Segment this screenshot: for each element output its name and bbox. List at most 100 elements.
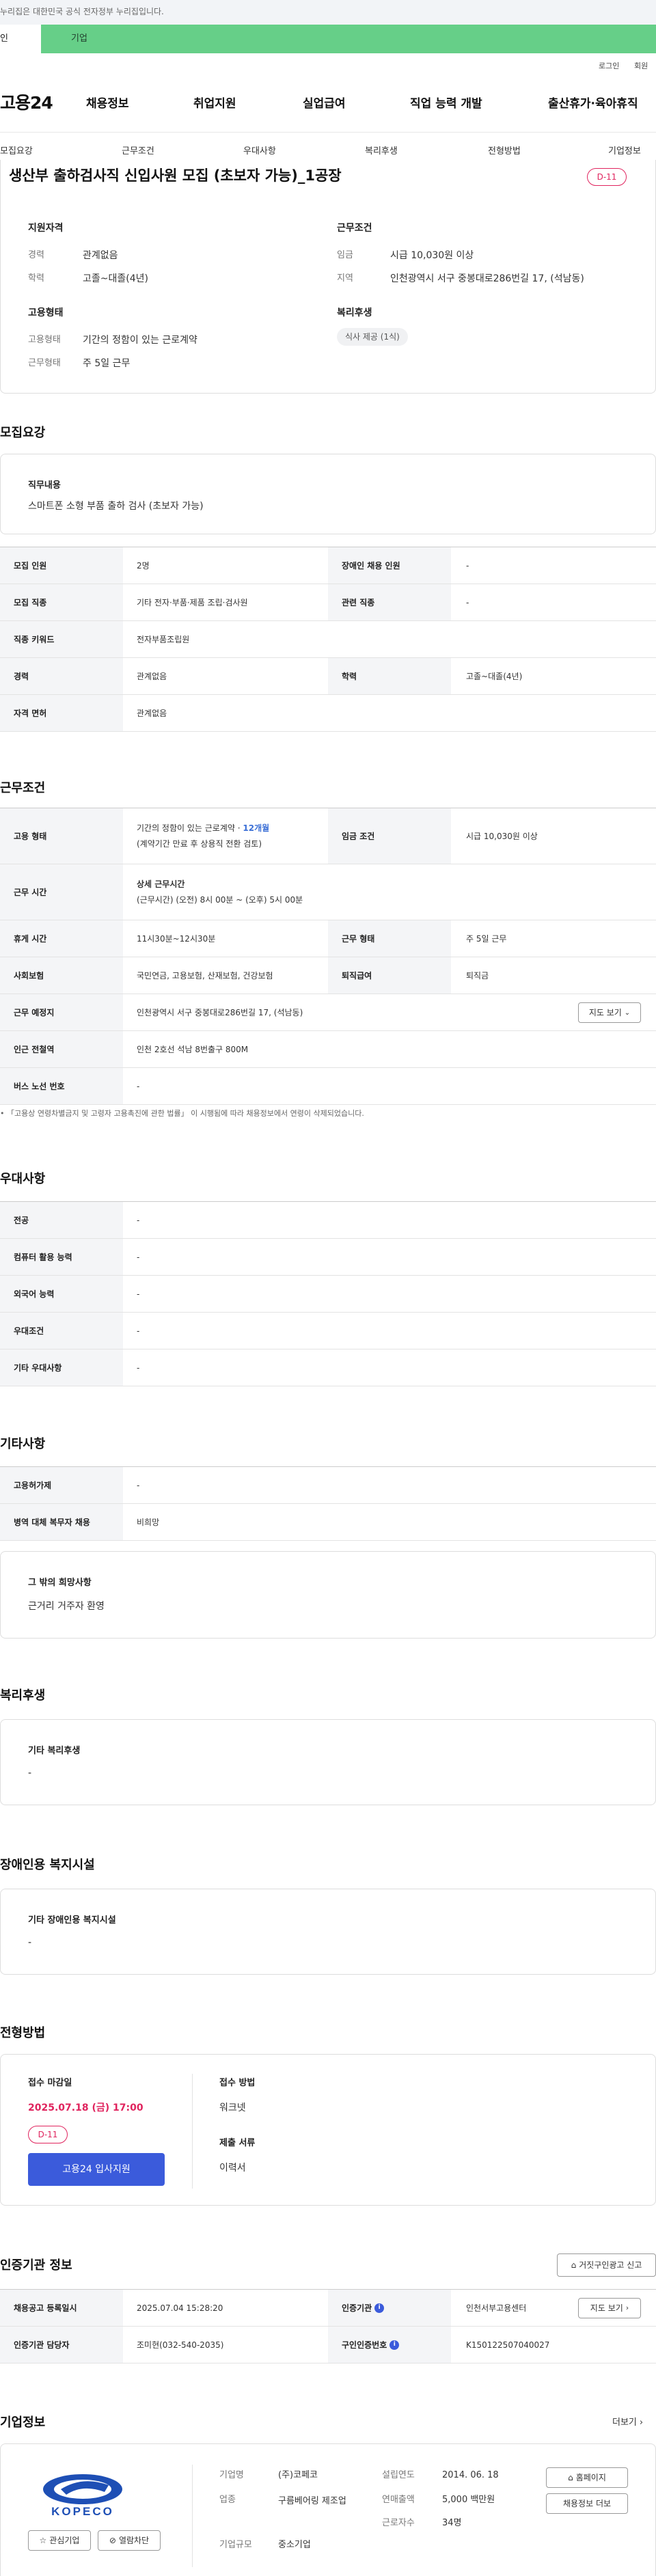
method-value: 워크넷 <box>219 2102 246 2113</box>
emptype-label: 고용형태 <box>28 335 61 345</box>
place-map-label: 지도 보기 <box>588 1008 622 1017</box>
block-company-button[interactable]: ⊘ 열람차단 <box>98 2530 161 2551</box>
ins-value: 국민연금, 고용보험, 산재보험, 건강보험 <box>137 970 273 981</box>
count-value: 2명 <box>137 560 150 571</box>
join-link[interactable]: 회원 <box>634 61 648 72</box>
work-title: 근무조건 <box>337 223 372 234</box>
gnb-unemployment[interactable]: 실업급여 <box>303 96 346 113</box>
etc-label: 고용허가제 <box>0 1467 123 1503</box>
login-link[interactable]: 로그인 <box>599 61 619 72</box>
place-value: 인천광역시 서구 중봉대로286번길 17, (석남동) <box>137 1007 303 1017</box>
pref-value: - <box>137 1252 140 1262</box>
method-label: 접수 방법 <box>219 2078 256 2088</box>
gnb-employment-support[interactable]: 취업지원 <box>193 96 236 113</box>
table-row: 전공 - <box>0 1202 656 1239</box>
duty-value: 스마트폰 소형 부품 출하 검사 (초보자 가능) <box>28 501 204 512</box>
pref-value: - <box>137 1215 140 1225</box>
job-summary-card: 생산부 출하검사직 신입사원 모집 (초보자 가능)_1공장 D-11 지원자격… <box>0 160 656 394</box>
tab-company[interactable]: 기업정보 <box>608 145 641 159</box>
homepage-button[interactable]: ⌂ 홈페이지 <box>546 2467 628 2488</box>
homepage-label: 홈페이지 <box>575 2473 606 2482</box>
company-logo-text: KOPECO <box>51 2505 114 2518</box>
company-name-value: (주)코페코 <box>278 2470 318 2480</box>
duty-card: 직무내용 스마트폰 소형 부품 출하 검사 (초보자 가능) <box>0 454 656 534</box>
etc-table: 고용허가제 - 병역 대체 복무자 채용 비희망 <box>0 1466 656 1541</box>
info-icon[interactable]: i <box>374 2303 385 2313</box>
welfare-card: 기타 복리후생 - <box>0 1719 656 1805</box>
tab-corp[interactable]: 기업 <box>71 32 87 46</box>
welfare-chip: 식사 제공 (1식) <box>337 328 408 346</box>
docs-label: 제출 서류 <box>219 2138 256 2148</box>
career-row-label: 경력 <box>0 658 123 694</box>
size-value: 중소기업 <box>278 2540 311 2550</box>
agency-table: 채용공고 등록일시 2025.07.04 15:28:20 인증기관 i 인천서부… <box>0 2289 656 2363</box>
gnb-parental-leave[interactable]: 출산휴가·육아휴직 <box>548 96 638 113</box>
report-fake-ad-button[interactable]: ⌂ 거짓구인광고 신고 <box>557 2253 656 2277</box>
emp-months: 12개월 <box>243 823 270 833</box>
wage-value: 시급 10,030원 이상 <box>390 250 474 261</box>
company-jobs-button[interactable]: 채용정보 더보 <box>546 2493 628 2514</box>
table-row: 인근 전철역 인천 2호선 석남 8번출구 800M <box>0 1031 656 1068</box>
subway-value: 인천 2호선 석남 8번출구 800M <box>137 1044 249 1054</box>
rest-value: 11시30분~12시30분 <box>137 933 216 944</box>
manager-label: 인증기관 담당자 <box>0 2327 123 2363</box>
recruit-table: 모집 인원 2명 장애인 채용 인원 - 모집 직종 기타 전자·부품·제품 조… <box>0 547 656 732</box>
industry-label: 업종 <box>219 2495 236 2505</box>
hours-line-1: 상세 근무시간 <box>137 879 185 889</box>
region-value: 인천광역시 서구 중봉대로286번길 17, (석남동) <box>390 273 584 284</box>
table-row: 근무 예정지 인천광역시 서구 중봉대로286번길 17, (석남동) 지도 보… <box>0 994 656 1031</box>
emptype-value: 기간의 정함이 있는 근로계약 <box>83 335 197 346</box>
tab-selection[interactable]: 전형방법 <box>488 145 521 159</box>
deadline-dday-badge: D-11 <box>28 2126 68 2143</box>
job-title: 생산부 출하검사직 신입사원 모집 (초보자 가능)_1공장 <box>9 167 342 184</box>
edu-row-label: 학력 <box>328 658 451 694</box>
place-label: 근무 예정지 <box>0 994 123 1030</box>
hours-label: 근무 시간 <box>0 864 123 920</box>
keyword-value: 전자부품조립원 <box>137 634 190 644</box>
edu-row-value: 고졸~대졸(4년) <box>466 671 523 681</box>
facility-card: 기타 장애인용 복지시설 - <box>0 1889 656 1975</box>
dday-badge: D-11 <box>587 168 627 186</box>
tab-conditions[interactable]: 근무조건 <box>122 145 154 159</box>
tab-preference[interactable]: 우대사항 <box>243 145 276 159</box>
table-row: 버스 노선 번호 - <box>0 1068 656 1105</box>
disabled-label: 장애인 채용 인원 <box>328 547 451 584</box>
block-icon: ⊘ <box>109 2536 116 2545</box>
site-logo[interactable]: 고용24 <box>0 90 53 116</box>
age-footnote-text: 「고용상 연령차별금지 및 고령자 고용촉진에 관한 법률」 이 시행됨에 따라… <box>7 1109 364 1118</box>
form-label: 근무 형태 <box>328 920 451 957</box>
ins-label: 사회보험 <box>0 957 123 994</box>
agency-map-button[interactable]: 지도 보기 › <box>578 2298 641 2318</box>
place-map-button[interactable]: 지도 보기 ⌄ <box>578 1002 641 1023</box>
user-type-bar: 인 기업 <box>0 25 656 53</box>
home-icon: ⌂ <box>568 2473 573 2482</box>
apply-button[interactable]: 고용24 입사지원 <box>28 2153 165 2186</box>
etc-section-title: 기타사항 <box>0 1437 46 1451</box>
qual-title: 지원자격 <box>28 223 64 234</box>
tab-welfare[interactable]: 복리후생 <box>365 145 398 159</box>
gnb-jobs[interactable]: 채용정보 <box>86 96 129 113</box>
gnb-training[interactable]: 직업 능력 개발 <box>410 96 482 113</box>
table-row: 컴퓨터 활용 능력 - <box>0 1239 656 1276</box>
favorite-label: 관심기업 <box>49 2536 80 2545</box>
emp-label: 고용 형태 <box>0 808 123 864</box>
age-footnote: • 「고용상 연령차별금지 및 고령자 고용촉진에 관한 법률」 이 시행됨에 … <box>0 1108 364 1120</box>
founded-value: 2014. 06. 18 <box>442 2470 499 2480</box>
tab-person[interactable]: 인 <box>0 25 41 53</box>
edu-value: 고졸~대졸(4년) <box>83 273 148 284</box>
career-row-value: 관계없음 <box>137 671 167 681</box>
company-more-link[interactable]: 더보기 › <box>612 2416 643 2430</box>
table-row: 자격 면허 관계없음 <box>0 695 656 732</box>
favorite-company-button[interactable]: ☆ 관심기업 <box>28 2530 91 2551</box>
emp-cell: 기간의 정함이 있는 근로계약 · 12개월 (계약기간 만료 후 상용직 전환… <box>137 808 269 864</box>
table-row: 모집 인원 2명 장애인 채용 인원 - <box>0 547 656 584</box>
career-value: 관계없음 <box>83 250 118 261</box>
cert-value: 인천서부고용센터 <box>466 2303 527 2313</box>
tab-recruit[interactable]: 모집요강 <box>0 145 33 159</box>
gov-notice-text: 누리집은 대한민국 공식 전자정부 누리집입니다. <box>0 7 164 16</box>
preference-table: 전공 - 컴퓨터 활용 능력 - 외국어 능력 - 우대조건 - 기타 우대사항 - <box>0 1201 656 1386</box>
count-label: 모집 인원 <box>0 547 123 584</box>
emp-line-1: 기간의 정함이 있는 근로계약 · 12개월 <box>137 821 269 836</box>
company-logo: KOPECO <box>28 2471 137 2519</box>
info-icon[interactable]: i <box>390 2340 400 2350</box>
